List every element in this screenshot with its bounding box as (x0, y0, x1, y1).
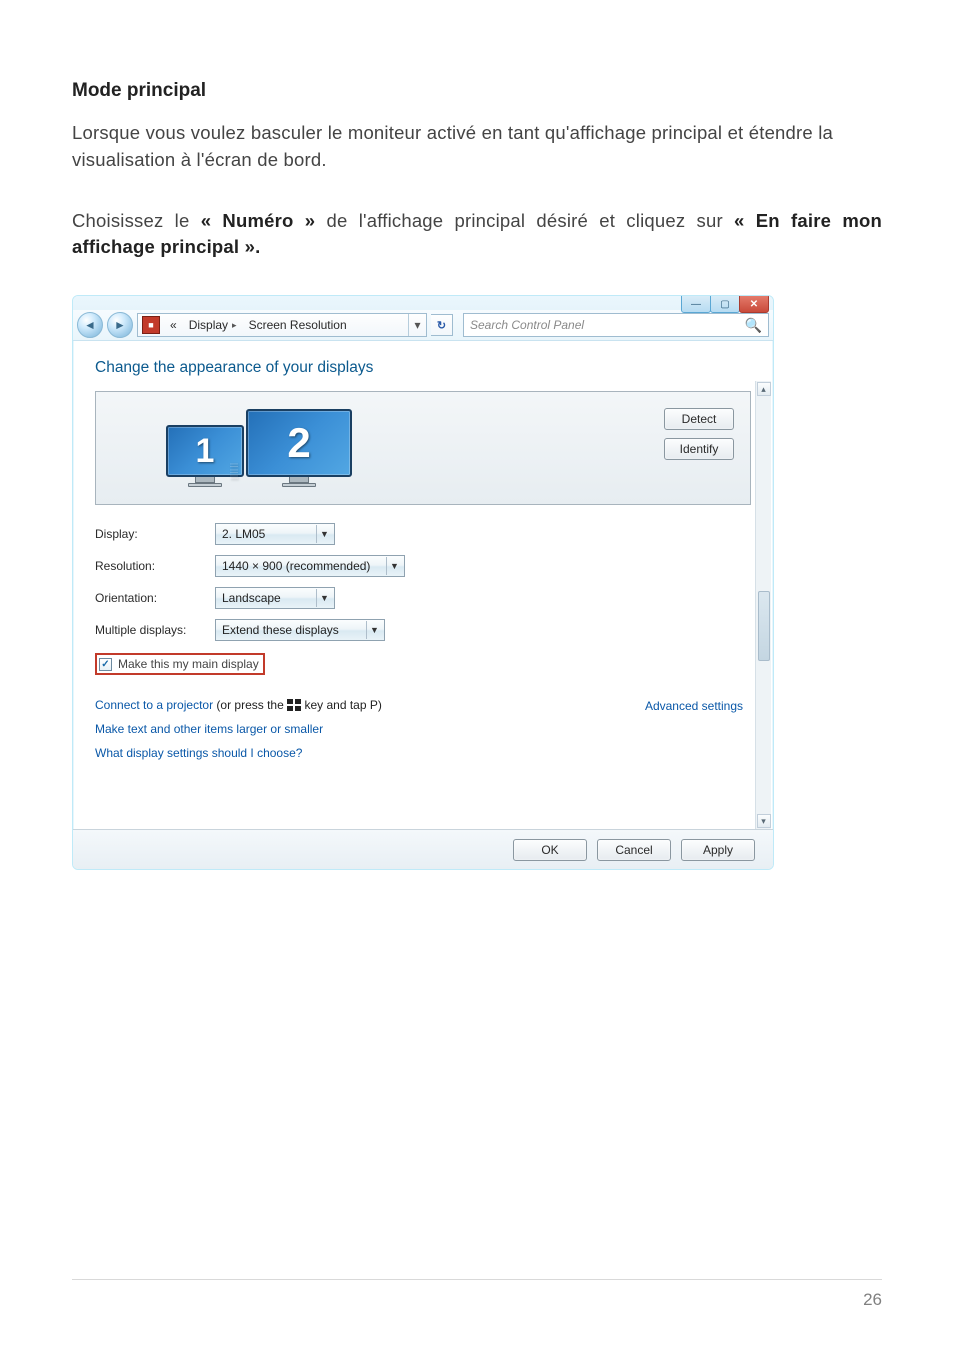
breadcrumb-display[interactable]: Display ▸ (183, 318, 243, 332)
breadcrumb-screen-resolution[interactable]: Screen Resolution (243, 318, 353, 332)
breadcrumb-chevrons[interactable]: « (164, 318, 183, 332)
nav-forward-button[interactable]: ► (107, 312, 133, 338)
para2-text-b: de l'affichage principal désiré et cliqu… (326, 210, 734, 231)
windows-key-icon (287, 699, 301, 711)
screen-resolution-window: — ▢ ✕ ◄ ► ■ « Display ▸ Screen Resolutio… (72, 295, 774, 870)
dialog-footer: OK Cancel Apply (73, 829, 773, 869)
content-title: Change the appearance of your displays (95, 359, 751, 377)
para2-bold-numero: « Numéro » (201, 210, 316, 231)
resolution-value: 1440 × 900 (recommended) (222, 559, 370, 573)
projector-text-b: (or press the (216, 698, 287, 712)
multiple-displays-value: Extend these displays (222, 623, 339, 637)
connect-projector-link[interactable]: Connect to a projector (95, 698, 213, 712)
explorer-navbar: ◄ ► ■ « Display ▸ Screen Resolution ▾ ↻ … (73, 310, 773, 341)
detect-button[interactable]: Detect (664, 408, 734, 430)
resolution-label: Resolution: (95, 559, 215, 573)
scroll-down-button[interactable]: ▾ (757, 814, 771, 828)
arrow-right-icon: ► (114, 318, 126, 332)
resolution-dropdown[interactable]: 1440 × 900 (recommended) ▼ (215, 555, 405, 577)
search-icon: 🔍 (745, 317, 762, 334)
advanced-settings-link[interactable]: Advanced settings (645, 699, 743, 713)
nav-back-button[interactable]: ◄ (77, 312, 103, 338)
section-heading: Mode principal (72, 80, 882, 102)
identify-button[interactable]: Identify (664, 438, 734, 460)
breadcrumb-display-label: Display (189, 318, 228, 332)
scroll-up-button[interactable]: ▴ (757, 382, 771, 396)
breadcrumb-path[interactable]: ■ « Display ▸ Screen Resolution ▾ (137, 313, 427, 337)
window-maximize-button[interactable]: ▢ (710, 295, 740, 313)
orientation-dropdown[interactable]: Landscape ▼ (215, 587, 335, 609)
control-panel-icon: ■ (142, 316, 160, 334)
paragraph-1: Lorsque vous voulez basculer le moniteur… (72, 120, 882, 174)
display-value: 2. LM05 (222, 527, 265, 541)
monitor-2[interactable]: 2 (246, 409, 352, 487)
projector-text-c: key and tap P) (304, 698, 381, 712)
cancel-button[interactable]: Cancel (597, 839, 671, 861)
make-main-display-checkbox[interactable]: ✓ Make this my main display (95, 653, 265, 675)
window-minimize-button[interactable]: — (681, 295, 711, 313)
make-main-display-label: Make this my main display (118, 657, 259, 671)
chevron-down-icon: ▼ (316, 589, 332, 607)
display-label: Display: (95, 527, 215, 541)
chevron-down-icon: ▼ (316, 525, 332, 543)
search-placeholder: Search Control Panel (470, 318, 584, 332)
wallpaper-icon: :::::::::::: (230, 463, 238, 481)
arrow-left-icon: ◄ (84, 318, 96, 332)
which-settings-link[interactable]: What display settings should I choose? (95, 746, 302, 760)
breadcrumb-dropdown[interactable]: ▾ (408, 314, 426, 336)
ok-button[interactable]: OK (513, 839, 587, 861)
chevron-down-icon: ▼ (366, 621, 382, 639)
page-footer-divider (72, 1279, 882, 1280)
para2-text-a: Choisissez le (72, 210, 201, 231)
vertical-scrollbar[interactable]: ▴ ▾ (755, 381, 771, 829)
orientation-value: Landscape (222, 591, 281, 605)
refresh-button[interactable]: ↻ (431, 314, 453, 336)
chevron-right-icon: ▸ (232, 320, 237, 331)
multiple-displays-label: Multiple displays: (95, 623, 215, 637)
display-dropdown[interactable]: 2. LM05 ▼ (215, 523, 335, 545)
display-arrangement-area[interactable]: 1 :::::::::::: 2 Detect Identify (95, 391, 751, 505)
refresh-icon: ↻ (437, 319, 446, 332)
apply-button[interactable]: Apply (681, 839, 755, 861)
monitor-1[interactable]: 1 :::::::::::: (166, 425, 244, 487)
multiple-displays-dropdown[interactable]: Extend these displays ▼ (215, 619, 385, 641)
monitor-1-number: 1 (196, 432, 215, 471)
scroll-thumb[interactable] (758, 591, 770, 661)
text-size-link[interactable]: Make text and other items larger or smal… (95, 722, 323, 736)
orientation-label: Orientation: (95, 591, 215, 605)
window-content: ▴ ▾ Change the appearance of your displa… (73, 341, 773, 869)
paragraph-2: Choisissez le « Numéro » de l'affichage … (72, 208, 882, 262)
monitor-2-number: 2 (287, 419, 310, 467)
chevron-down-icon: ▼ (386, 557, 402, 575)
checkbox-checked-icon: ✓ (99, 658, 112, 671)
window-titlebar[interactable]: — ▢ ✕ (73, 296, 773, 310)
page-number: 26 (863, 1290, 882, 1310)
search-input[interactable]: Search Control Panel 🔍 (463, 313, 769, 337)
window-close-button[interactable]: ✕ (739, 295, 769, 313)
